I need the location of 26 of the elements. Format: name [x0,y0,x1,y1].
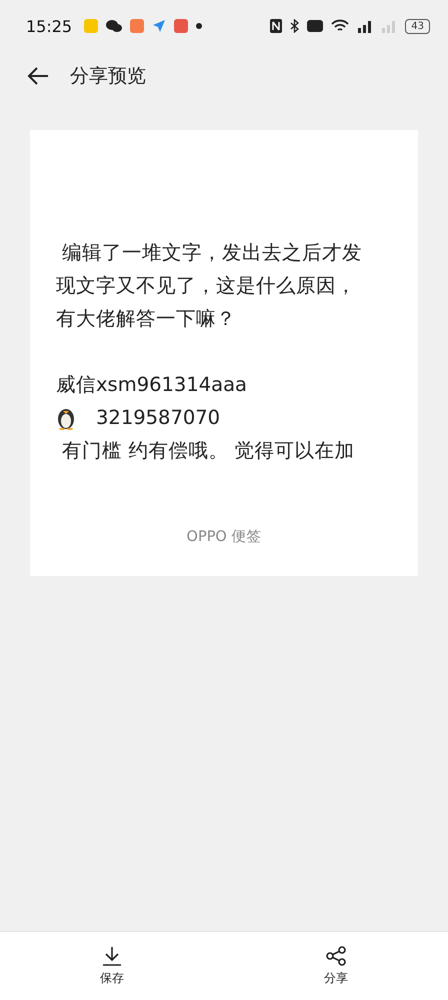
send-icon [152,19,166,33]
app-icon [130,19,144,33]
note-text: 3219587070 [96,405,220,431]
app-icon [174,19,188,33]
note-text: 有门槛 约有偿哦。 觉得可以在加 [61,438,355,464]
bluetooth-icon [290,19,300,33]
status-time: 15:25 [26,16,72,36]
download-icon [102,946,122,966]
page-title: 分享预览 [70,64,146,89]
app-icon [84,19,98,33]
battery-indicator: 43 [405,18,430,34]
dot-icon [196,23,202,29]
note-text: 现文字又不见了，这是什么原因， [56,273,356,299]
note-footer: OPPO 便签 [56,527,392,546]
nfc-icon [270,19,282,33]
note-text: 编辑了一堆文字，发出去之后才发 [61,240,362,266]
share-icon [325,946,347,966]
signal-icon [357,19,374,33]
note-text: 有大佬解答一下嘛？ [56,306,236,332]
back-icon[interactable] [26,66,50,86]
signal-icon [381,19,398,33]
action-button[interactable]: 分享 [224,932,448,1000]
wifi-icon [331,19,350,33]
chat-icon [106,19,122,33]
action-button[interactable]: 保存 [0,932,224,1000]
note-text: 威信xsm961314aaa [56,372,247,398]
